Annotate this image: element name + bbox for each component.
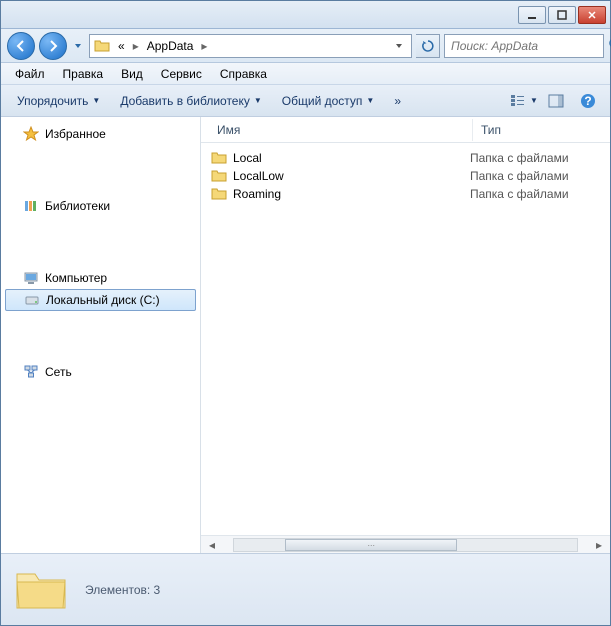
help-button[interactable]: ? [574,89,602,113]
folder-icon [211,151,227,165]
folder-icon [211,187,227,201]
folder-icon [13,566,69,614]
star-icon [23,126,39,142]
file-list-pane: Имя Тип Local Папка с файлами LocalLow П… [201,117,610,553]
svg-text:?: ? [584,94,591,108]
search-input[interactable] [451,39,608,53]
columns-header: Имя Тип [201,117,610,143]
search-box[interactable] [444,34,604,58]
back-button[interactable] [7,32,35,60]
chevron-right-icon[interactable]: ▸ [199,39,209,53]
sidebar-item-favorites[interactable]: Избранное [1,123,200,145]
computer-icon [23,270,39,286]
share-button[interactable]: Общий доступ ▼ [274,90,383,112]
file-list: Local Папка с файлами LocalLow Папка с ф… [201,143,610,535]
file-name-label: Roaming [233,187,281,201]
menu-edit[interactable]: Правка [55,65,112,83]
network-icon [23,364,39,380]
breadcrumb-appdata[interactable]: AppData [143,37,198,55]
menu-help[interactable]: Справка [212,65,275,83]
preview-pane-button[interactable] [542,89,570,113]
scroll-right-icon[interactable]: ▸ [592,538,606,552]
main-area: Избранное Библиотеки Компьютер Локальный… [1,117,610,553]
chevron-right-icon[interactable]: ▸ [131,39,141,53]
sidebar-label: Библиотеки [45,199,110,213]
forward-button[interactable] [39,32,67,60]
command-bar: Упорядочить ▼ Добавить в библиотеку ▼ Об… [1,85,610,117]
folder-icon [211,169,227,183]
details-pane: Элементов: 3 [1,553,610,625]
menu-view[interactable]: Вид [113,65,151,83]
explorer-window: « ▸ AppData ▸ Файл Правка Вид Сервис Спр… [0,0,611,626]
minimize-button[interactable] [518,6,546,24]
status-text: Элементов: 3 [85,583,160,597]
address-bar[interactable]: « ▸ AppData ▸ [89,34,412,58]
menu-tools[interactable]: Сервис [153,65,210,83]
refresh-button[interactable] [416,34,440,58]
list-item[interactable]: Local Папка с файлами [201,149,610,167]
horizontal-scrollbar[interactable]: ◂ ∙∙∙ ▸ [201,535,610,553]
sidebar-label: Избранное [45,127,106,141]
file-type-label: Папка с файлами [470,187,600,201]
toolbar-overflow[interactable]: » [386,90,409,112]
file-type-label: Папка с файлами [470,151,600,165]
organize-button[interactable]: Упорядочить ▼ [9,90,108,112]
history-dropdown[interactable] [71,32,85,60]
sidebar-item-libraries[interactable]: Библиотеки [1,195,200,217]
address-dropdown[interactable] [391,39,407,53]
sidebar-label: Компьютер [45,271,107,285]
nav-bar: « ▸ AppData ▸ [1,29,610,63]
scroll-left-icon[interactable]: ◂ [205,538,219,552]
add-to-library-button[interactable]: Добавить в библиотеку ▼ [112,90,269,112]
column-type[interactable]: Тип [472,119,602,141]
sidebar-item-network[interactable]: Сеть [1,361,200,383]
drive-icon [24,292,40,308]
file-type-label: Папка с файлами [470,169,600,183]
column-name[interactable]: Имя [209,119,472,141]
list-item[interactable]: LocalLow Папка с файлами [201,167,610,185]
navigation-pane: Избранное Библиотеки Компьютер Локальный… [1,117,201,553]
menu-bar: Файл Правка Вид Сервис Справка [1,63,610,85]
file-name-label: Local [233,151,262,165]
list-item[interactable]: Roaming Папка с файлами [201,185,610,203]
scroll-track[interactable]: ∙∙∙ [233,538,578,552]
scroll-thumb[interactable]: ∙∙∙ [285,539,457,551]
maximize-button[interactable] [548,6,576,24]
folder-icon [94,39,110,53]
close-button[interactable] [578,6,606,24]
sidebar-item-local-disk[interactable]: Локальный диск (C:) [5,289,196,311]
sidebar-label: Локальный диск (C:) [46,293,160,307]
libraries-icon [23,198,39,214]
breadcrumb-root[interactable]: « [114,37,129,55]
view-mode-button[interactable]: ▼ [510,89,538,113]
sidebar-item-computer[interactable]: Компьютер [1,267,200,289]
breadcrumb: « ▸ AppData ▸ [114,37,209,55]
sidebar-label: Сеть [45,365,72,379]
title-bar [1,1,610,29]
menu-file[interactable]: Файл [7,65,53,83]
file-name-label: LocalLow [233,169,284,183]
